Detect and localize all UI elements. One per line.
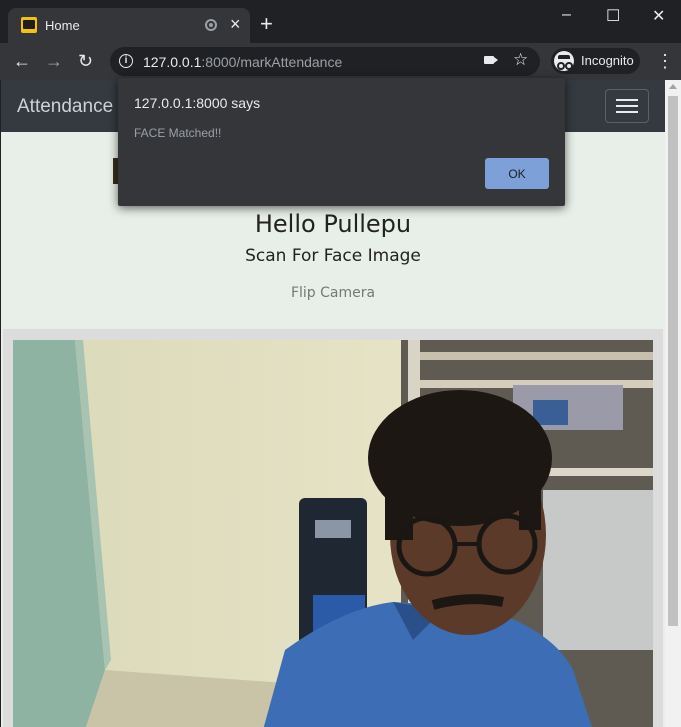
tab-strip: Home × + – ☐ ✕: [0, 0, 681, 43]
camera-feed: [13, 340, 653, 727]
new-tab-button[interactable]: +: [260, 13, 273, 35]
dialog-title: 127.0.0.1:8000 says: [134, 95, 261, 111]
camera-feed-image: [13, 340, 653, 727]
back-arrow-icon[interactable]: ←: [13, 51, 31, 71]
tab-close-icon[interactable]: ×: [230, 14, 241, 34]
greeting-heading: Hello Pullepu: [254, 210, 412, 238]
alert-dialog: 127.0.0.1:8000 says FACE Matched!! OK: [118, 78, 565, 206]
minimize-button[interactable]: –: [562, 6, 571, 24]
bookmark-star-icon[interactable]: ☆: [513, 50, 528, 70]
dialog-message: FACE Matched!!: [134, 126, 222, 140]
close-window-button[interactable]: ✕: [652, 6, 665, 26]
site-info-icon[interactable]: i: [119, 54, 133, 68]
forward-arrow-icon[interactable]: →: [45, 51, 63, 71]
camera-card: [3, 329, 663, 727]
reload-icon[interactable]: ↻: [78, 51, 93, 71]
scroll-up-arrow-icon[interactable]: [669, 84, 677, 89]
recording-indicator-icon: [205, 19, 217, 31]
maximize-button[interactable]: ☐: [606, 6, 620, 26]
navbar-brand[interactable]: Attendance: [17, 96, 113, 118]
url-text[interactable]: 127.0.0.1:8000/markAttendance: [143, 54, 342, 70]
incognito-icon: [554, 51, 574, 71]
flip-camera-link[interactable]: Flip Camera: [1, 285, 665, 301]
navbar-toggler-button[interactable]: [605, 89, 649, 123]
incognito-badge[interactable]: Incognito: [551, 48, 640, 74]
scrollbar-thumb[interactable]: [668, 96, 678, 626]
ok-button[interactable]: OK: [485, 158, 549, 189]
browser-toolbar: ← → ↻ i 127.0.0.1:8000/markAttendance ☆ …: [0, 43, 681, 80]
incognito-label: Incognito: [581, 53, 634, 68]
camera-in-use-icon[interactable]: [484, 56, 494, 64]
browser-menu-icon[interactable]: ⋮: [656, 51, 674, 72]
page-scrollbar[interactable]: [665, 80, 681, 727]
address-bar[interactable]: i 127.0.0.1:8000/markAttendance ☆: [110, 47, 540, 76]
tab-home[interactable]: Home ×: [8, 8, 250, 43]
scan-subtitle: Scan For Face Image: [245, 246, 421, 266]
tab-title: Home: [45, 18, 80, 33]
site-favicon-icon: [21, 17, 37, 33]
